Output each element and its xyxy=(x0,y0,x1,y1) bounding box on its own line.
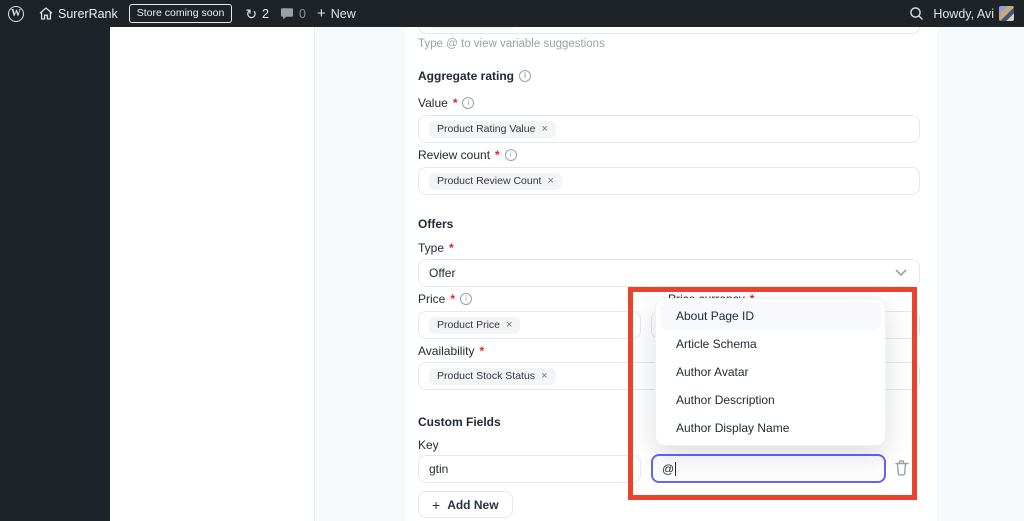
suggestion-item[interactable]: Article Schema xyxy=(660,330,881,358)
home-icon xyxy=(39,7,53,20)
plus-icon: + xyxy=(316,5,326,22)
required-marker: * xyxy=(479,344,485,358)
info-icon[interactable]: i xyxy=(519,70,532,82)
required-marker: * xyxy=(495,148,500,162)
custom-fields-heading: Custom Fields xyxy=(418,415,501,429)
wp-admin-bar: W SurerRank Store coming soon ↻ 2 0 + Ne… xyxy=(0,0,1024,27)
suggestion-item[interactable]: Author Description xyxy=(660,386,881,414)
custom-field-key-input[interactable] xyxy=(418,455,641,483)
key-label: Key xyxy=(418,438,439,452)
site-name: SurerRank xyxy=(58,6,118,21)
availability-chip: Product Stock Status × xyxy=(429,367,556,385)
required-marker: * xyxy=(452,96,458,110)
suggestion-item[interactable]: About Page ID xyxy=(660,302,881,330)
updates-menu[interactable]: ↻ 2 xyxy=(245,7,269,21)
required-marker: * xyxy=(449,241,454,255)
page: Type @ to view variable suggestions Aggr… xyxy=(0,0,1024,521)
price-chip: Product Price × xyxy=(429,316,521,334)
site-menu[interactable]: SurerRank xyxy=(39,7,118,21)
availability-label: Availability * xyxy=(418,344,485,358)
add-new-button[interactable]: + Add New xyxy=(418,491,513,518)
updates-icon: ↻ xyxy=(245,5,258,22)
review-count-label: Review count * i xyxy=(418,149,517,161)
plus-icon: + xyxy=(432,496,441,513)
custom-field-value-input[interactable]: @ xyxy=(651,454,886,483)
chevron-down-icon xyxy=(895,269,907,276)
avatar xyxy=(999,6,1014,21)
offers-heading: Offers xyxy=(418,217,454,231)
remove-chip-icon[interactable]: × xyxy=(541,370,547,382)
value-label: Value * i xyxy=(418,96,475,110)
variable-helper-text: Type @ to view variable suggestions xyxy=(418,38,605,50)
admin-menu-rail xyxy=(0,27,110,521)
remove-chip-icon[interactable]: × xyxy=(506,319,512,331)
offer-type-select[interactable]: Offer xyxy=(418,259,920,287)
updates-count: 2 xyxy=(262,6,269,21)
text-caret xyxy=(675,461,677,476)
comment-icon xyxy=(281,7,293,19)
info-icon[interactable]: i xyxy=(460,293,473,305)
price-input[interactable]: Product Price × xyxy=(418,311,641,339)
variable-suggestions-popup: About Page ID Article Schema Author Avat… xyxy=(655,298,886,446)
editor-left-panel xyxy=(110,27,315,521)
value-input[interactable]: Product Rating Value × xyxy=(418,115,920,143)
new-label: New xyxy=(330,6,356,21)
search-icon[interactable] xyxy=(909,6,924,21)
required-marker: * xyxy=(450,292,456,306)
info-icon[interactable]: i xyxy=(462,97,475,109)
delete-custom-field-icon[interactable] xyxy=(894,459,910,477)
value-chip: Product Rating Value × xyxy=(429,120,556,138)
comments-menu[interactable]: 0 xyxy=(280,7,306,21)
suggestion-item[interactable]: Author Display Name xyxy=(660,414,881,442)
price-label: Price * i xyxy=(418,292,473,306)
info-icon[interactable]: i xyxy=(504,149,517,161)
wordpress-menu[interactable]: W xyxy=(8,5,24,22)
review-count-chip: Product Review Count × xyxy=(429,172,562,190)
account-menu[interactable]: Howdy, Avi xyxy=(933,6,1014,21)
remove-chip-icon[interactable]: × xyxy=(547,175,553,187)
wordpress-logo-icon: W xyxy=(8,5,24,22)
coming-soon-badge[interactable]: Store coming soon xyxy=(128,4,233,23)
review-count-input[interactable]: Product Review Count × xyxy=(418,167,920,195)
suggestion-item[interactable]: Author Avatar xyxy=(660,358,881,386)
remove-chip-icon[interactable]: × xyxy=(541,123,547,135)
howdy-text: Howdy, Avi xyxy=(933,6,994,21)
comments-count: 0 xyxy=(299,6,306,21)
type-label: Type * xyxy=(418,241,454,255)
aggregate-rating-heading: Aggregate rating i xyxy=(418,70,532,82)
new-content-menu[interactable]: + New xyxy=(317,6,356,21)
